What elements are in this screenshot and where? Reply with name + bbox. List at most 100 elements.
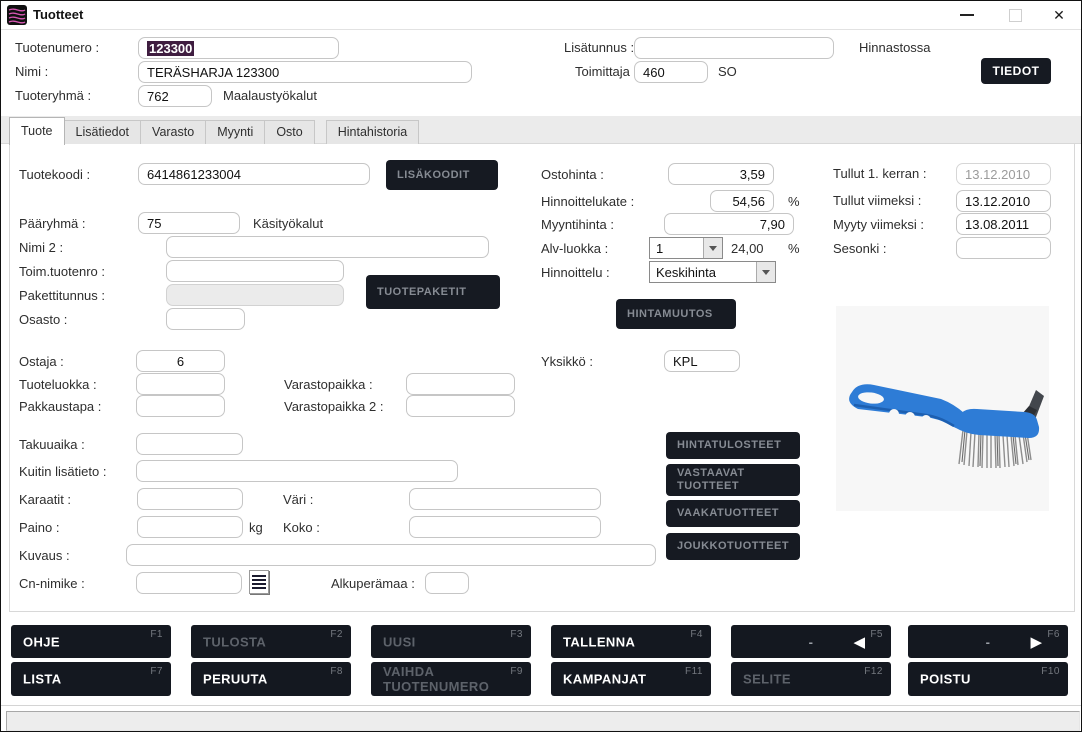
fkey-label: F2	[330, 629, 343, 640]
kuitin-lisatieto-input[interactable]	[136, 460, 458, 482]
lista-button[interactable]: LISTA F7	[11, 662, 171, 696]
varastopaikka2-input[interactable]	[406, 395, 515, 417]
varastopaikka-label: Varastopaikka :	[284, 377, 373, 392]
osasto-input[interactable]	[166, 308, 245, 330]
previous-button[interactable]: - ◀ F5	[731, 625, 891, 658]
paino-label: Paino :	[19, 520, 59, 535]
fkey-label: F1	[150, 629, 163, 640]
lisakoodit-button[interactable]: LISÄKOODIT	[386, 160, 498, 190]
toimittaja-input[interactable]	[634, 61, 708, 83]
tabs: Tuote Lisätiedot Varasto Myynti Osto Hin…	[9, 116, 418, 144]
alkuperamaa-input[interactable]	[425, 572, 469, 594]
maximize-button[interactable]	[994, 1, 1036, 29]
ostaja-input[interactable]	[136, 350, 225, 372]
vaihda-tuotenumero-label: VAIHDA TUOTENUMERO	[383, 664, 503, 694]
vaakatuotteet-button[interactable]: VAAKATUOTTEET	[666, 500, 800, 527]
chevron-down-icon[interactable]	[703, 238, 722, 258]
paaryhma-input[interactable]	[138, 212, 240, 234]
yksikko-input[interactable]	[664, 350, 740, 372]
alv-luokka-label: Alv-luokka :	[541, 241, 608, 256]
varastopaikka-input[interactable]	[406, 373, 515, 395]
lisatunnus-input[interactable]	[634, 37, 834, 59]
toim-tuotenro-input[interactable]	[166, 260, 344, 282]
ohje-button[interactable]: OHJE F1	[11, 625, 171, 658]
nimi-label: Nimi :	[15, 64, 48, 79]
tuoteluokka-input[interactable]	[136, 373, 225, 395]
hinnoittelukate-unit: %	[788, 194, 800, 209]
uusi-label: UUSI	[383, 634, 416, 649]
hintamuutos-button[interactable]: HINTAMUUTOS	[616, 299, 736, 329]
pakettitunnus-label: Pakettitunnus :	[19, 288, 105, 303]
tullut1-label: Tullut 1. kerran :	[833, 166, 926, 181]
ohje-label: OHJE	[23, 634, 60, 649]
ostohinta-input[interactable]	[668, 163, 774, 185]
tab-lisatiedot[interactable]: Lisätiedot	[64, 120, 142, 144]
tab-hintahistoria[interactable]: Hintahistoria	[326, 120, 419, 144]
sesonki-input[interactable]	[956, 237, 1051, 259]
tab-myynti[interactable]: Myynti	[205, 120, 265, 144]
kuvaus-input[interactable]	[126, 544, 656, 566]
myyntihinta-input[interactable]	[664, 213, 794, 235]
hinnoittelukate-input[interactable]	[710, 190, 774, 212]
tulosta-label: TULOSTA	[203, 634, 266, 649]
next-button[interactable]: - ▶ F6	[908, 625, 1068, 658]
koko-input[interactable]	[409, 516, 601, 538]
cn-nimike-input[interactable]	[136, 572, 242, 594]
tallenna-button[interactable]: TALLENNA F4	[551, 625, 711, 658]
tuoteryhma-input[interactable]	[138, 85, 212, 107]
kampanjat-button[interactable]: KAMPANJAT F11	[551, 662, 711, 696]
hinnoittelu-label: Hinnoittelu :	[541, 265, 610, 280]
tuotenumero-label: Tuotenumero :	[15, 40, 99, 55]
lisatunnus-label: Lisätunnus :	[564, 40, 634, 55]
tuoteryhma-name: Maalaustyökalut	[223, 88, 317, 103]
pakkaustapa-label: Pakkaustapa :	[19, 399, 101, 414]
fkey-label: F6	[1047, 629, 1060, 640]
tab-tuote[interactable]: Tuote	[9, 117, 65, 145]
product-window: Tuotteet ✕ Tuotenumero : 123300 Lisätunn…	[0, 0, 1082, 732]
uusi-button: UUSI F3	[371, 625, 531, 658]
tuotenumero-selected-text: 123300	[147, 41, 194, 56]
nimi2-input[interactable]	[166, 236, 489, 258]
chevron-down-icon[interactable]	[756, 262, 775, 282]
selite-button: SELITE F12	[731, 662, 891, 696]
tiedot-button[interactable]: TIEDOT	[981, 58, 1051, 84]
tuotekoodi-input[interactable]	[138, 163, 370, 185]
vari-input[interactable]	[409, 488, 601, 510]
myyty-viimeksi-input[interactable]	[956, 213, 1051, 235]
joukkotuotteet-button[interactable]: JOUKKOTUOTTEET	[666, 533, 800, 560]
hintatulosteet-button[interactable]: HINTATULOSTEET	[666, 432, 800, 459]
alv-luokka-select[interactable]: 1	[649, 237, 723, 259]
poistu-label: POISTU	[920, 672, 971, 687]
status-bar	[6, 711, 1080, 731]
poistu-button[interactable]: POISTU F10	[908, 662, 1068, 696]
cn-lookup-list-icon[interactable]	[249, 570, 269, 594]
tuotepaketit-button[interactable]: TUOTEPAKETIT	[366, 275, 500, 309]
vastaavat-tuotteet-button[interactable]: VASTAAVAT TUOTTEET	[666, 464, 800, 496]
footer-separator	[1, 705, 1081, 706]
tuotekoodi-label: Tuotekoodi :	[19, 167, 90, 182]
tab-osto[interactable]: Osto	[264, 120, 314, 144]
paino-input[interactable]	[137, 516, 243, 538]
alv-unit: %	[788, 241, 800, 256]
tab-varasto[interactable]: Varasto	[140, 120, 206, 144]
cn-nimike-label: Cn-nimike :	[19, 576, 85, 591]
fkey-label: F7	[150, 666, 163, 677]
minimize-button[interactable]	[946, 1, 988, 29]
karaatit-input[interactable]	[137, 488, 243, 510]
takuuaika-input[interactable]	[136, 433, 243, 455]
close-button[interactable]: ✕	[1037, 1, 1081, 29]
peruuta-button[interactable]: PERUUTA F8	[191, 662, 351, 696]
tuoteryhma-label: Tuoteryhmä :	[15, 88, 91, 103]
pakkaustapa-input[interactable]	[136, 395, 225, 417]
arrow-left-icon: ◀	[853, 633, 865, 651]
nimi2-label: Nimi 2 :	[19, 240, 63, 255]
nimi-input[interactable]	[138, 61, 472, 83]
hinnoittelu-select[interactable]: Keskihinta	[649, 261, 776, 283]
selite-label: SELITE	[743, 672, 791, 687]
close-icon: ✕	[1053, 7, 1065, 24]
myyntihinta-label: Myyntihinta :	[541, 217, 614, 232]
koko-label: Koko :	[283, 520, 320, 535]
toim-tuotenro-label: Toim.tuotenro :	[19, 264, 105, 279]
tuotenumero-input[interactable]: 123300	[138, 37, 339, 59]
tullut-viimeksi-input[interactable]	[956, 190, 1051, 212]
